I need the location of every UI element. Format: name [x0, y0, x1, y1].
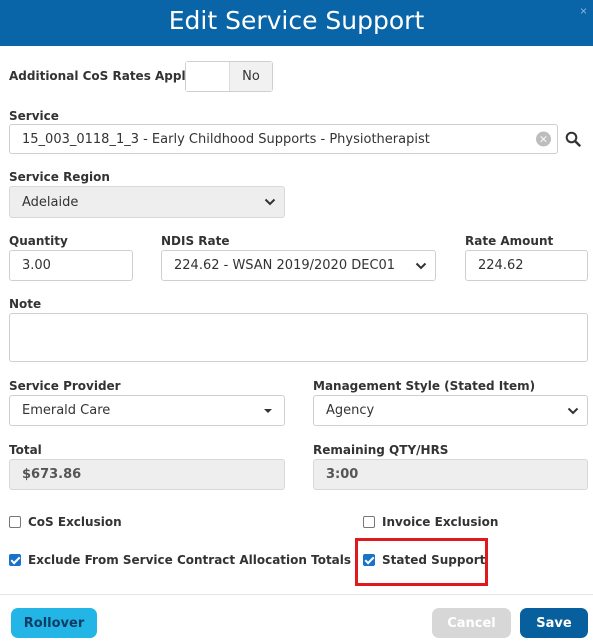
cancel-button[interactable]: Cancel: [432, 608, 511, 638]
cos-rates-toggle[interactable]: No: [185, 61, 273, 92]
search-icon[interactable]: [565, 131, 581, 147]
rate-amount-value: 224.62: [478, 258, 524, 273]
service-provider-value: Emerald Care: [22, 403, 111, 418]
highlight-box: [355, 538, 488, 586]
ndis-rate-label: NDIS Rate: [161, 234, 230, 248]
clear-icon[interactable]: ×: [536, 131, 551, 147]
quantity-input[interactable]: 3.00: [9, 250, 133, 281]
total-value: $673.86: [22, 467, 82, 482]
caret-down-icon: [264, 408, 272, 413]
checkbox-box-checked[interactable]: [9, 554, 21, 566]
ndis-rate-select[interactable]: 224.62 - WSAN 2019/2020 DEC01: [161, 250, 436, 281]
chevron-down-icon: [567, 407, 579, 414]
checkbox-box[interactable]: [9, 516, 21, 528]
cos-exclusion-label: CoS Exclusion: [28, 515, 122, 529]
remaining-field: 3:00: [313, 459, 588, 490]
cos-rates-label: Additional CoS Rates Apply: [9, 69, 194, 83]
dialog-title: Edit Service Support: [168, 6, 425, 35]
total-label: Total: [9, 443, 42, 457]
management-style-value: Agency: [326, 403, 375, 418]
note-label: Note: [9, 297, 42, 311]
dialog-header: Edit Service Support ×: [0, 0, 593, 46]
invoice-exclusion-checkbox[interactable]: Invoice Exclusion: [363, 515, 498, 529]
service-provider-select[interactable]: Emerald Care: [9, 395, 285, 426]
note-textarea[interactable]: [9, 313, 588, 362]
service-region-select[interactable]: Adelaide: [9, 186, 285, 218]
toggle-knob: [186, 62, 230, 91]
management-style-select[interactable]: Agency: [313, 395, 588, 426]
footer-divider: [0, 594, 593, 595]
rate-amount-label: Rate Amount: [465, 234, 554, 248]
rate-amount-input[interactable]: 224.62: [465, 250, 588, 281]
total-field: $673.86: [9, 459, 285, 490]
quantity-label: Quantity: [9, 234, 68, 248]
exclude-allocation-checkbox[interactable]: Exclude From Service Contract Allocation…: [9, 553, 351, 567]
close-icon[interactable]: ×: [580, 4, 587, 18]
service-provider-label: Service Provider: [9, 379, 121, 393]
remaining-value: 3:00: [326, 467, 359, 482]
ndis-rate-value: 224.62 - WSAN 2019/2020 DEC01: [174, 258, 396, 273]
chevron-down-icon: [264, 198, 276, 206]
management-style-label: Management Style (Stated Item): [313, 379, 536, 393]
save-button[interactable]: Save: [520, 608, 588, 638]
toggle-state: No: [230, 62, 272, 91]
service-region-value: Adelaide: [22, 194, 79, 210]
exclude-allocation-label: Exclude From Service Contract Allocation…: [28, 553, 352, 567]
remaining-label: Remaining QTY/HRS: [313, 443, 449, 457]
service-input[interactable]: 15_003_0118_1_3 - Early Childhood Suppor…: [9, 124, 558, 154]
quantity-value: 3.00: [22, 258, 51, 273]
invoice-exclusion-label: Invoice Exclusion: [382, 515, 499, 529]
chevron-down-icon: [415, 262, 427, 269]
cos-exclusion-checkbox[interactable]: CoS Exclusion: [9, 515, 122, 529]
checkbox-box[interactable]: [363, 516, 375, 528]
service-label: Service: [9, 109, 59, 123]
service-region-label: Service Region: [9, 170, 110, 184]
service-value: 15_003_0118_1_3 - Early Childhood Suppor…: [22, 131, 430, 147]
rollover-button[interactable]: Rollover: [11, 608, 97, 638]
